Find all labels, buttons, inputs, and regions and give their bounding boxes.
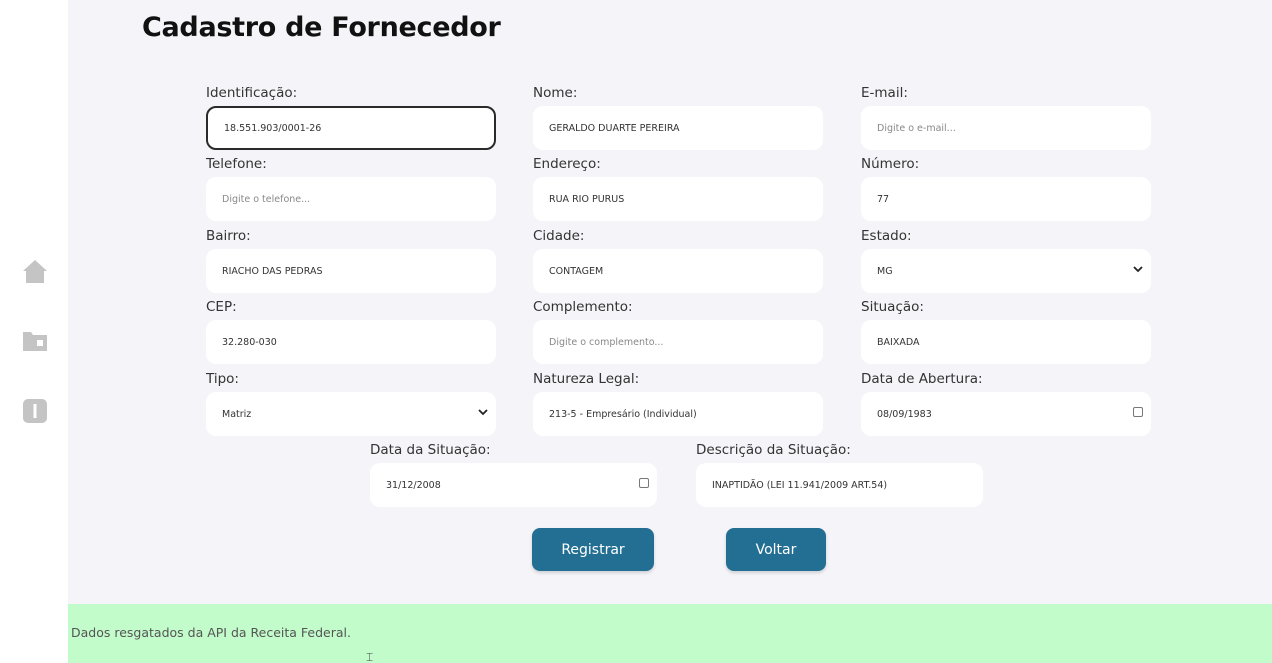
- identificacao-label: Identificação:: [206, 85, 298, 101]
- registrar-button[interactable]: Registrar: [532, 528, 654, 571]
- voltar-button[interactable]: Voltar: [726, 528, 826, 571]
- cursor-icon: ⌶: [366, 650, 374, 663]
- success-toast: Dados resgatados da API da Receita Feder…: [68, 604, 1272, 663]
- bairro-input[interactable]: RIACHO DAS PEDRAS: [206, 249, 496, 293]
- endereco-input[interactable]: RUA RIO PURUS: [533, 177, 823, 221]
- toast-message: Dados resgatados da API da Receita Feder…: [71, 625, 351, 640]
- complemento-input[interactable]: Digite o complemento...: [533, 320, 823, 364]
- tipo-value: Matriz: [222, 408, 252, 420]
- natureza-legal-input[interactable]: 213-5 - Empresário (Individual): [533, 392, 823, 436]
- chevron-down-icon: [478, 407, 488, 420]
- cep-input[interactable]: 32.280-030: [206, 320, 496, 364]
- descricao-situacao-label: Descrição da Situação:: [696, 442, 851, 458]
- situacao-label: Situação:: [861, 299, 924, 315]
- descricao-situacao-input[interactable]: INAPTIDÃO (LEI 11.941/2009 ART.54): [696, 463, 983, 507]
- estado-label: Estado:: [861, 228, 912, 244]
- bairro-label: Bairro:: [206, 228, 251, 244]
- natureza-legal-label: Natureza Legal:: [533, 371, 640, 387]
- telefone-field: Telefone: Digite o telefone...: [206, 154, 496, 221]
- data-abertura-field: Data de Abertura: 08/09/1983: [861, 369, 1151, 436]
- estado-value: MG: [877, 265, 893, 277]
- situacao-input[interactable]: BAIXADA: [861, 320, 1151, 364]
- complemento-field: Complemento: Digite o complemento...: [533, 297, 823, 364]
- telefone-label: Telefone:: [206, 156, 267, 172]
- data-situacao-input[interactable]: 31/12/2008: [370, 463, 657, 507]
- endereco-label: Endereço:: [533, 156, 601, 172]
- situacao-field: Situação: BAIXADA: [861, 297, 1151, 364]
- estado-field: Estado: MG: [861, 226, 1151, 293]
- numero-input[interactable]: 77: [861, 177, 1151, 221]
- cidade-label: Cidade:: [533, 228, 585, 244]
- email-label: E-mail:: [861, 85, 908, 101]
- identificacao-input[interactable]: 18.551.903/0001-26: [206, 106, 496, 150]
- data-abertura-value: 08/09/1983: [877, 408, 932, 420]
- bairro-field: Bairro: RIACHO DAS PEDRAS: [206, 226, 496, 293]
- data-situacao-value: 31/12/2008: [386, 479, 441, 491]
- tipo-field: Tipo: Matriz: [206, 369, 496, 436]
- email-field: E-mail: Digite o e-mail...: [861, 83, 1151, 150]
- home-icon[interactable]: [22, 258, 48, 284]
- numero-field: Número: 77: [861, 154, 1151, 221]
- chevron-down-icon: [1133, 264, 1143, 277]
- estado-select[interactable]: MG: [861, 249, 1151, 293]
- page-title: Cadastro de Fornecedor: [142, 12, 501, 43]
- sidebar: [0, 0, 68, 663]
- cep-field: CEP: 32.280-030: [206, 297, 496, 364]
- calendar-icon[interactable]: [1133, 407, 1143, 417]
- complemento-label: Complemento:: [533, 299, 633, 315]
- cep-label: CEP:: [206, 299, 237, 315]
- cidade-field: Cidade: CONTAGEM: [533, 226, 823, 293]
- telefone-input[interactable]: Digite o telefone...: [206, 177, 496, 221]
- data-abertura-input[interactable]: 08/09/1983: [861, 392, 1151, 436]
- data-situacao-label: Data da Situação:: [370, 442, 491, 458]
- tipo-label: Tipo:: [206, 371, 239, 387]
- tipo-select[interactable]: Matriz: [206, 392, 496, 436]
- identificacao-field: Identificação: 18.551.903/0001-26: [206, 83, 496, 150]
- descricao-situacao-field: Descrição da Situação: INAPTIDÃO (LEI 11…: [696, 440, 983, 507]
- natureza-legal-field: Natureza Legal: 213-5 - Empresário (Indi…: [533, 369, 823, 436]
- nome-label: Nome:: [533, 85, 578, 101]
- calendar-icon[interactable]: [639, 478, 649, 488]
- email-input[interactable]: Digite o e-mail...: [861, 106, 1151, 150]
- numero-label: Número:: [861, 156, 920, 172]
- folder-icon[interactable]: [22, 328, 48, 354]
- nome-field: Nome: GERALDO DUARTE PEREIRA: [533, 83, 823, 150]
- data-situacao-field: Data da Situação: 31/12/2008: [370, 440, 657, 507]
- nome-input[interactable]: GERALDO DUARTE PEREIRA: [533, 106, 823, 150]
- endereco-field: Endereço: RUA RIO PURUS: [533, 154, 823, 221]
- cidade-input[interactable]: CONTAGEM: [533, 249, 823, 293]
- data-abertura-label: Data de Abertura:: [861, 371, 983, 387]
- info-icon[interactable]: [22, 398, 48, 424]
- main-content: Cadastro de Fornecedor Identificação: 18…: [68, 0, 1272, 663]
